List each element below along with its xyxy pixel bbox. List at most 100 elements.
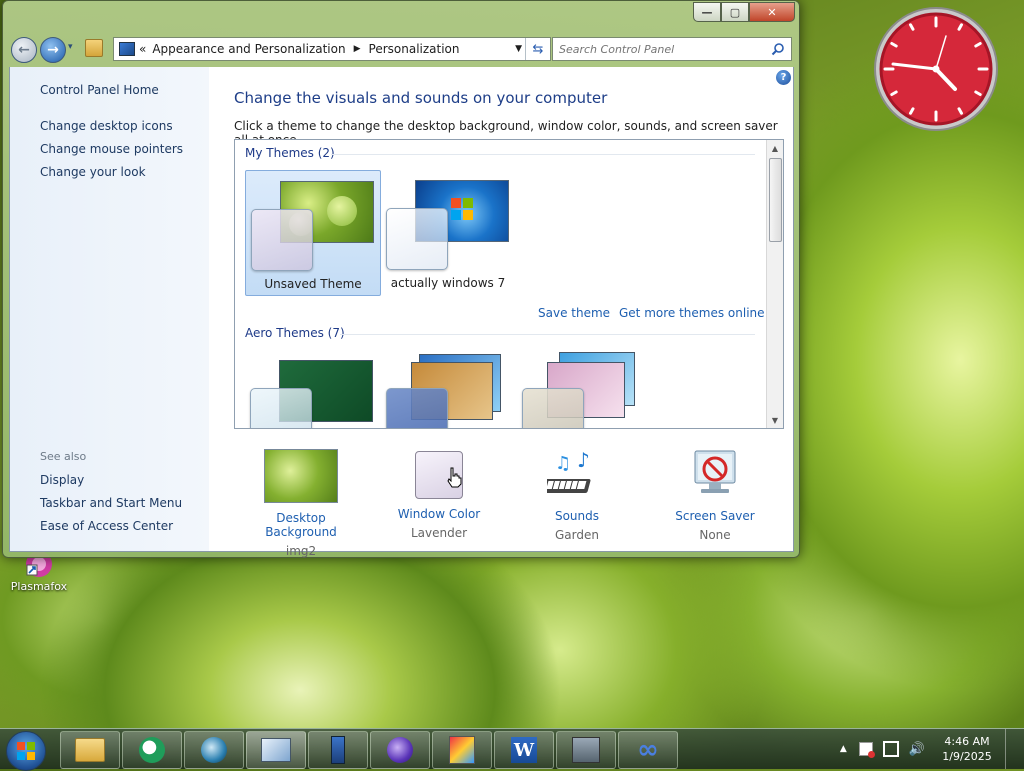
help-icon[interactable]: ?: [776, 70, 791, 85]
window-color-swatch: [415, 451, 463, 499]
taskbar-app-infinity[interactable]: ∞: [618, 731, 678, 769]
theme-glass-swatch: [386, 388, 448, 428]
taskbar-clock[interactable]: 4:46 AM 1/9/2025: [935, 734, 999, 764]
forward-arrow-icon: →: [47, 42, 59, 58]
theme-label: actually windows 7: [390, 276, 506, 290]
up-folder-icon[interactable]: [85, 39, 103, 57]
taskbar: W ∞ ▲ 🔊 4:46 AM 1/9/2025: [0, 728, 1024, 771]
scroll-down-arrow-icon[interactable]: ▼: [767, 412, 783, 428]
search-box[interactable]: [552, 37, 792, 61]
control-panel-home-link[interactable]: Control Panel Home: [40, 83, 159, 97]
breadcrumb-separator-icon[interactable]: ▶: [354, 44, 361, 54]
folder-icon: [75, 738, 105, 762]
screen-saver-value: None: [699, 528, 731, 542]
theme-glass-swatch: [522, 388, 584, 428]
infinity-icon: ∞: [637, 735, 659, 765]
theme-list[interactable]: My Themes (2) Unsaved Theme actually win…: [234, 139, 784, 429]
start-button[interactable]: [6, 731, 46, 771]
window-color-item[interactable]: Window Color Lavender: [379, 449, 499, 540]
breadcrumb-appearance[interactable]: Appearance and Personalization: [152, 42, 345, 56]
search-input[interactable]: [553, 41, 771, 57]
clock-gadget[interactable]: [873, 6, 999, 132]
maximize-button[interactable]: ▢: [721, 2, 749, 22]
taskbar-app-paint[interactable]: [432, 731, 492, 769]
scroll-up-arrow-icon[interactable]: ▲: [767, 140, 783, 156]
get-more-themes-link[interactable]: Get more themes online: [619, 306, 765, 320]
taskbar-app-globe[interactable]: [184, 731, 244, 769]
taskbar-app-computer[interactable]: [556, 731, 616, 769]
desktop-background-thumbnail: [264, 449, 338, 503]
show-desktop-button[interactable]: [1005, 729, 1018, 769]
windows-logo-icon: [17, 742, 35, 760]
screen-saver-link[interactable]: Screen Saver: [655, 509, 775, 523]
sounds-link[interactable]: Sounds: [517, 509, 637, 523]
recent-pages-chevron-icon[interactable]: ▾: [68, 42, 73, 52]
aero-themes-heading: Aero Themes (7): [245, 326, 345, 340]
screen-saver-item[interactable]: Screen Saver None: [655, 449, 775, 542]
taskbar-app-usb[interactable]: [308, 731, 368, 769]
hand-cursor-icon: [447, 467, 462, 488]
taskbar-time: 4:46 AM: [944, 735, 990, 748]
theme-aero-2[interactable]: [381, 350, 515, 428]
window-color-link[interactable]: Window Color: [379, 507, 499, 521]
group-divider: [331, 154, 755, 155]
sounds-value: Garden: [555, 528, 599, 542]
change-your-look-link[interactable]: Change your look: [40, 165, 146, 179]
green-app-icon: [139, 737, 165, 763]
ease-of-access-link[interactable]: Ease of Access Center: [40, 519, 173, 533]
scroll-thumb[interactable]: [769, 158, 782, 242]
back-arrow-icon: ←: [18, 42, 30, 58]
close-button[interactable]: ✕: [749, 2, 795, 22]
paint-icon: [449, 736, 475, 764]
volume-icon[interactable]: 🔊: [909, 742, 925, 757]
display-link[interactable]: Display: [40, 473, 84, 487]
theme-glass-swatch: [251, 209, 313, 271]
network-icon[interactable]: [882, 741, 899, 757]
change-desktop-icons-link[interactable]: Change desktop icons: [40, 119, 173, 133]
back-button[interactable]: ←: [11, 37, 37, 63]
see-also-heading: See also: [40, 450, 87, 463]
change-mouse-pointers-link[interactable]: Change mouse pointers: [40, 142, 183, 156]
address-bar[interactable]: « Appearance and Personalization ▶ Perso…: [113, 37, 551, 61]
page-title: Change the visuals and sounds on your co…: [234, 89, 608, 107]
theme-list-scrollbar[interactable]: ▲ ▼: [766, 140, 783, 428]
my-themes-heading: My Themes (2): [245, 146, 335, 160]
forward-button[interactable]: →: [40, 37, 66, 63]
computer-icon: [572, 737, 600, 763]
navigation-bar: ← → ▾ « Appearance and Personalization ▶…: [9, 37, 793, 63]
theme-label: Unsaved Theme: [264, 277, 362, 291]
system-tray: ▲ 🔊 4:46 AM 1/9/2025: [840, 729, 1018, 769]
control-panel-icon: [261, 738, 291, 762]
breadcrumb-personalization[interactable]: Personalization: [369, 42, 460, 56]
main-content: ? Change the visuals and sounds on your …: [209, 67, 794, 558]
address-dropdown-icon[interactable]: ▼: [515, 44, 522, 54]
purple-sphere-icon: [387, 737, 413, 763]
taskbar-explorer[interactable]: [60, 731, 120, 769]
usb-drive-icon: [331, 736, 345, 764]
taskbar-app-green-circle[interactable]: [122, 731, 182, 769]
save-theme-link[interactable]: Save theme: [538, 306, 610, 320]
theme-aero-3[interactable]: [517, 350, 651, 428]
minimize-button[interactable]: —: [693, 2, 721, 22]
desktop-background-link[interactable]: Desktop Background: [241, 511, 361, 539]
globe-icon: [201, 737, 227, 763]
left-navigation-pane: Control Panel Home Change desktop icons …: [9, 67, 210, 552]
windows-logo-icon: [451, 198, 473, 220]
theme-aero-1[interactable]: [245, 350, 379, 428]
taskbar-start-menu-link[interactable]: Taskbar and Start Menu: [40, 496, 182, 510]
desktop-background-item[interactable]: Desktop Background img2: [241, 449, 361, 558]
refresh-icon[interactable]: ⇆: [525, 38, 550, 60]
theme-unsaved[interactable]: Unsaved Theme: [245, 170, 381, 296]
taskbar-app-purple[interactable]: [370, 731, 430, 769]
taskbar-control-panel[interactable]: [246, 731, 306, 769]
sounds-item[interactable]: ♫ ♪ Sounds Garden: [517, 449, 637, 542]
taskbar-word[interactable]: W: [494, 731, 554, 769]
theme-glass-swatch: [386, 208, 448, 270]
svg-text:♪: ♪: [577, 449, 590, 472]
theme-actually-windows-7[interactable]: actually windows 7: [381, 170, 515, 294]
window-color-value: Lavender: [410, 526, 468, 540]
breadcrumb-overflow[interactable]: «: [139, 42, 146, 56]
action-center-flag-icon[interactable]: [858, 742, 875, 758]
show-hidden-icons-chevron-icon[interactable]: ▲: [840, 744, 847, 754]
search-icon[interactable]: [771, 42, 785, 56]
